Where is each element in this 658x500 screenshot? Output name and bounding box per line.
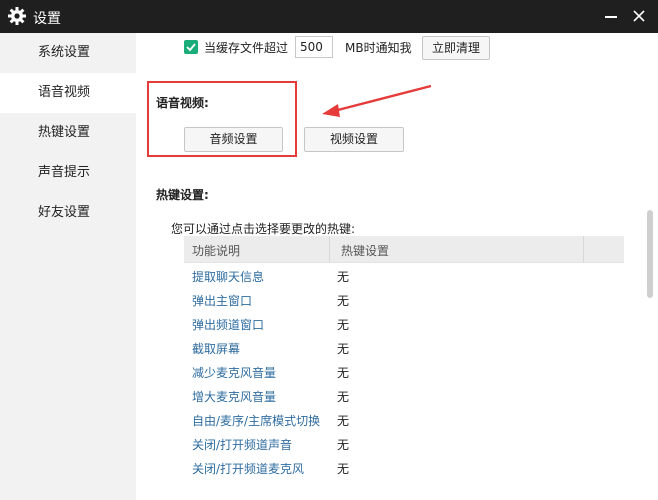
column-divider [329,236,330,262]
hotkey-function: 提取聊天信息 [192,270,265,284]
checkmark-icon [186,43,196,52]
table-row[interactable]: 减少麦克风音量 无 [184,359,624,383]
cache-size-input[interactable] [295,36,333,58]
table-row[interactable]: 自由/麦序/主席模式切换 无 [184,407,624,431]
hotkey-value[interactable]: 无 [337,340,349,357]
column-header-hotkey: 热键设置 [341,244,390,258]
cache-label: 当缓存文件超过 [204,41,289,55]
table-row[interactable]: 弹出频道窗口 无 [184,311,624,335]
voice-video-title: 语音视频: [156,96,209,110]
video-settings-button[interactable]: 视频设置 [304,127,404,152]
sidebar-item-sound-alerts[interactable]: 声音提示 [0,153,136,193]
hotkey-value[interactable]: 无 [337,412,349,429]
hotkey-value[interactable]: 无 [337,436,349,453]
settings-content: 当缓存文件超过 MB时通知我 立即清理 语音视频: 音频设置 视频设置 热键设置… [136,33,658,500]
hotkeys-description: 您可以通过点击选择要更改的热键: [171,222,356,236]
hotkey-value[interactable]: 无 [337,364,349,381]
hotkey-function: 关闭/打开频道声音 [192,438,293,452]
hotkey-function: 减少麦克风音量 [192,366,277,380]
hotkey-function: 截取屏幕 [192,342,241,356]
table-row[interactable]: 提取聊天信息 无 [184,263,624,287]
cache-unit-label: MB时通知我 [345,41,412,55]
sidebar-item-voice-video[interactable]: 语音视频 [0,73,136,113]
hotkey-function: 弹出频道窗口 [192,318,265,332]
title-bar: 设置 [0,0,658,33]
table-row[interactable]: 关闭/打开频道麦克风 无 [184,455,624,479]
column-header-function: 功能说明 [192,244,241,258]
sidebar-item-hotkeys[interactable]: 热键设置 [0,113,136,153]
window-title: 设置 [33,11,61,27]
settings-sidebar: 系统设置 语音视频 热键设置 声音提示 好友设置 [0,33,136,500]
table-row[interactable]: 截取屏幕 无 [184,335,624,359]
sidebar-item-friends[interactable]: 好友设置 [0,193,136,233]
hotkey-value[interactable]: 无 [337,292,349,309]
sidebar-item-system[interactable]: 系统设置 [0,33,136,73]
minimize-icon[interactable] [600,5,622,27]
hotkey-function: 增大麦克风音量 [192,390,277,404]
hotkey-function: 关闭/打开频道麦克风 [192,462,305,476]
table-row[interactable]: 弹出主窗口 无 [184,287,624,311]
clear-cache-button[interactable]: 立即清理 [422,36,490,60]
hotkeys-title: 热键设置: [156,188,209,202]
table-row[interactable]: 关闭/打开频道声音 无 [184,431,624,455]
hotkey-function: 自由/麦序/主席模式切换 [192,414,321,428]
hotkey-value[interactable]: 无 [337,316,349,333]
hotkey-function: 弹出主窗口 [192,294,253,308]
column-divider [583,236,584,262]
hotkey-value[interactable]: 无 [337,388,349,405]
gear-icon [7,6,27,26]
table-header: 功能说明 热键设置 [184,236,624,263]
cache-notify-checkbox[interactable] [184,40,198,54]
arrow-annotation [322,84,432,117]
hotkeys-table: 功能说明 热键设置 提取聊天信息 无 弹出主窗口 无 弹出频道窗口 无 截取屏幕… [184,236,624,479]
hotkey-value[interactable]: 无 [337,460,349,477]
scrollbar-thumb[interactable] [647,210,653,298]
close-icon[interactable] [628,5,650,27]
hotkey-value[interactable]: 无 [337,268,349,285]
table-row[interactable]: 增大麦克风音量 无 [184,383,624,407]
audio-settings-button[interactable]: 音频设置 [184,127,283,152]
